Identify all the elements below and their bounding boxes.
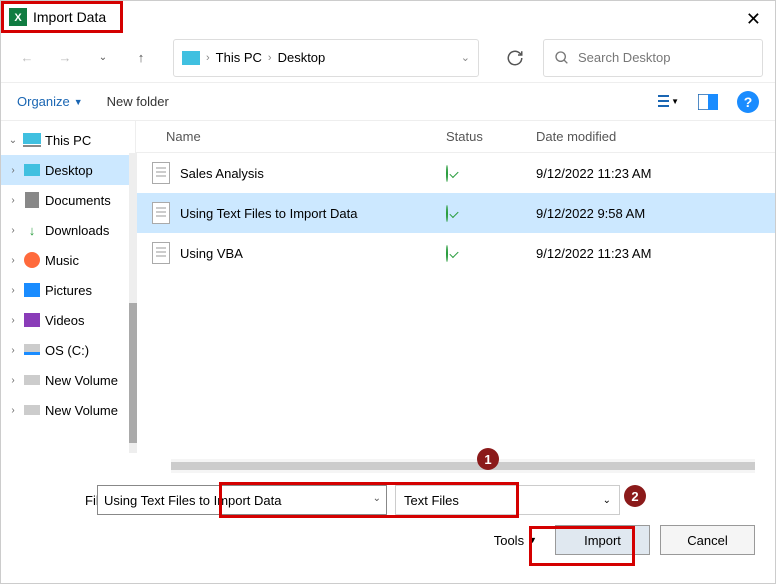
refresh-icon[interactable] bbox=[497, 39, 533, 77]
chevron-down-icon[interactable]: ⌄ bbox=[7, 135, 19, 146]
file-row[interactable]: Sales Analysis 9/12/2022 11:23 AM bbox=[136, 153, 775, 193]
recent-chevron-icon[interactable]: ⌄ bbox=[89, 44, 117, 72]
file-row[interactable]: Using Text Files to Import Data 9/12/202… bbox=[136, 193, 775, 233]
download-icon: ↓ bbox=[23, 222, 41, 238]
forward-icon[interactable]: → bbox=[51, 44, 79, 72]
chevron-down-icon[interactable]: ⌄ bbox=[461, 51, 470, 64]
preview-icon[interactable] bbox=[697, 91, 719, 113]
pc-icon bbox=[182, 51, 200, 65]
pictures-icon bbox=[23, 282, 41, 298]
search-placeholder: Search Desktop bbox=[578, 50, 671, 65]
cancel-button[interactable]: Cancel bbox=[660, 525, 755, 555]
callout-2: 2 bbox=[624, 485, 646, 507]
drive-icon bbox=[23, 402, 41, 418]
tree-documents[interactable]: › Documents bbox=[1, 185, 135, 215]
view-icon[interactable]: ▼ bbox=[657, 91, 679, 113]
callout-1: 1 bbox=[477, 448, 499, 470]
tree-pictures[interactable]: › Pictures bbox=[1, 275, 135, 305]
tree-downloads[interactable]: ›↓ Downloads bbox=[1, 215, 135, 245]
document-icon bbox=[23, 192, 41, 208]
highlight-import bbox=[529, 526, 635, 566]
tree-this-pc[interactable]: ⌄ This PC bbox=[1, 125, 135, 155]
chevron-right-icon[interactable]: › bbox=[7, 165, 19, 176]
file-row[interactable]: Using VBA 9/12/2022 11:23 AM bbox=[136, 233, 775, 273]
filename-label: File name: bbox=[17, 493, 89, 508]
search-input[interactable]: Search Desktop bbox=[543, 39, 763, 77]
drive-icon bbox=[23, 372, 41, 388]
col-date[interactable]: Date modified bbox=[536, 129, 775, 144]
music-icon bbox=[23, 252, 41, 268]
close-icon[interactable]: ✕ bbox=[746, 9, 761, 30]
col-status[interactable]: Status bbox=[446, 129, 536, 144]
tree-new-volume-2[interactable]: › New Volume bbox=[1, 395, 135, 425]
status-ok-icon bbox=[446, 205, 448, 222]
breadcrumb-folder[interactable]: Desktop bbox=[278, 50, 326, 65]
breadcrumb-pc[interactable]: This PC bbox=[216, 50, 262, 65]
highlight-filename bbox=[219, 482, 519, 518]
pc-icon bbox=[23, 132, 41, 148]
desktop-icon bbox=[23, 162, 41, 178]
chevron-right-icon: › bbox=[268, 52, 272, 64]
chevron-down-icon: ⌄ bbox=[603, 495, 611, 506]
tree-music[interactable]: › Music bbox=[1, 245, 135, 275]
breadcrumb[interactable]: › This PC › Desktop ⌄ bbox=[173, 39, 479, 77]
chevron-right-icon: › bbox=[206, 52, 210, 64]
status-ok-icon bbox=[446, 165, 448, 182]
folder-tree: ⌄ This PC › Desktop › Documents ›↓ Downl… bbox=[1, 121, 136, 451]
document-icon bbox=[152, 202, 170, 224]
document-icon bbox=[152, 242, 170, 264]
up-icon[interactable]: ↑ bbox=[127, 44, 155, 72]
tree-videos[interactable]: › Videos bbox=[1, 305, 135, 335]
back-icon[interactable]: ← bbox=[13, 44, 41, 72]
help-icon[interactable]: ? bbox=[737, 91, 759, 113]
drive-icon bbox=[23, 342, 41, 358]
highlight-title bbox=[1, 1, 123, 33]
status-ok-icon bbox=[446, 245, 448, 262]
document-icon bbox=[152, 162, 170, 184]
tree-os-c[interactable]: › OS (C:) bbox=[1, 335, 135, 365]
videos-icon bbox=[23, 312, 41, 328]
scrollbar-vertical[interactable] bbox=[129, 153, 137, 453]
scrollbar-horizontal[interactable] bbox=[171, 459, 755, 473]
file-list-header: Name Status Date modified bbox=[136, 121, 775, 153]
search-icon bbox=[554, 50, 570, 66]
tree-new-volume[interactable]: › New Volume bbox=[1, 365, 135, 395]
tree-desktop[interactable]: › Desktop bbox=[1, 155, 135, 185]
organize-button[interactable]: Organize ▼ bbox=[17, 94, 83, 109]
col-name[interactable]: Name bbox=[136, 129, 446, 144]
new-folder-button[interactable]: New folder bbox=[107, 94, 169, 109]
